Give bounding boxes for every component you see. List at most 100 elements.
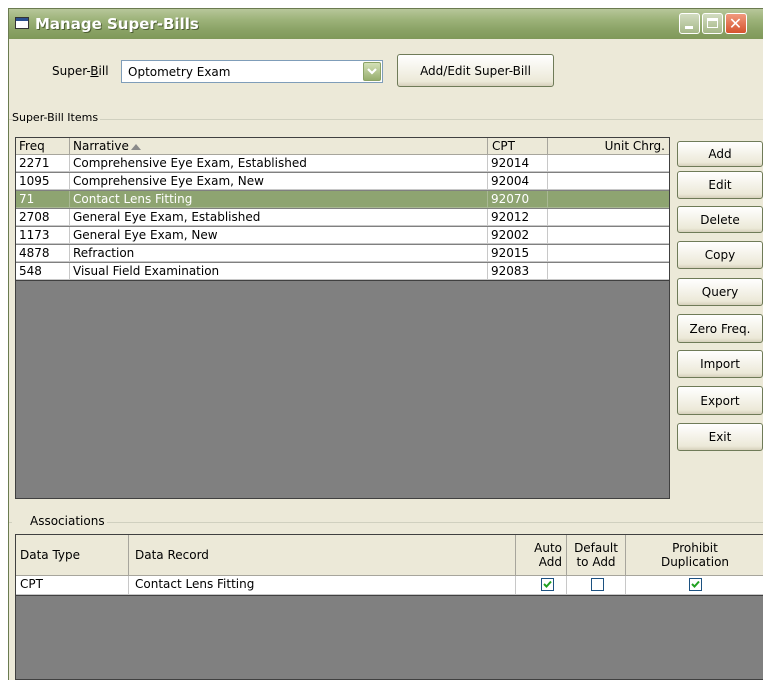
copy-button[interactable]: Copy — [677, 241, 763, 269]
exit-button[interactable]: Exit — [677, 423, 763, 451]
cell-unit-chrg — [548, 245, 669, 262]
cell-cpt: 92012 — [488, 209, 548, 226]
associations-group-label-text: Associations — [30, 514, 105, 528]
col-header-unit-chrg-text: Unit Chrg. — [604, 139, 665, 153]
col-header-prohibit-duplication-line1: Prohibit — [672, 541, 718, 555]
association-row[interactable]: CPT Contact Lens Fitting — [16, 576, 763, 596]
cell-narrative: Comprehensive Eye Exam, Established — [70, 155, 488, 172]
close-button[interactable]: ✕ — [725, 13, 747, 34]
prohibit-duplication-checkbox[interactable] — [689, 578, 702, 591]
superbill-label-text: Super-Bill — [52, 64, 109, 78]
cell-cpt: 92004 — [488, 173, 548, 190]
col-header-prohibit-duplication[interactable]: Prohibit Duplication — [626, 535, 763, 576]
col-header-default-to-add-line2: to Add — [576, 555, 616, 569]
default-to-add-checkbox[interactable] — [591, 578, 604, 591]
superbill-items-grid[interactable]: Freq Narrative CPT Unit Chrg. 2271 Compr… — [15, 137, 670, 499]
cell-freq: 1095 — [16, 173, 70, 190]
cell-freq: 71 — [16, 191, 70, 208]
cell-cpt: 92070 — [488, 191, 548, 208]
superbill-select[interactable]: Optometry Exam — [121, 60, 383, 83]
window-app-icon — [15, 17, 29, 29]
cell-freq: 548 — [16, 263, 70, 280]
cell-default-to-add — [567, 576, 626, 595]
superbill-selected-value: Optometry Exam — [128, 65, 231, 79]
table-row[interactable]: 4878 Refraction 92015 — [16, 245, 669, 262]
associations-grid[interactable]: Data Type Data Record Auto Add Default to … — [15, 534, 763, 680]
col-header-auto-add-line2: Add — [538, 555, 562, 569]
query-button[interactable]: Query — [677, 278, 763, 306]
maximize-icon — [707, 18, 718, 28]
cell-unit-chrg — [548, 209, 669, 226]
col-header-auto-add[interactable]: Auto Add — [516, 535, 567, 576]
table-row[interactable]: 1095 Comprehensive Eye Exam, New 92004 — [16, 173, 669, 190]
table-row[interactable]: 2271 Comprehensive Eye Exam, Established… — [16, 155, 669, 172]
col-header-data-record[interactable]: Data Record — [129, 535, 516, 576]
cell-narrative: Contact Lens Fitting — [70, 191, 488, 208]
chevron-down-icon — [367, 68, 377, 75]
export-button[interactable]: Export — [677, 386, 763, 415]
items-group-label: Super-Bill Items — [12, 111, 101, 124]
checkmark-icon — [691, 580, 700, 588]
cell-freq: 2708 — [16, 209, 70, 226]
cell-unit-chrg — [548, 173, 669, 190]
cell-narrative: Refraction — [70, 245, 488, 262]
cell-narrative: Comprehensive Eye Exam, New — [70, 173, 488, 190]
associations-group-divider — [9, 522, 763, 523]
table-row[interactable]: 1173 General Eye Exam, New 92002 — [16, 227, 669, 244]
cell-auto-add — [516, 576, 567, 595]
associations-group-label: Associations — [12, 514, 107, 528]
manage-superbills-window: Manage Super-Bills ✕ Super-Bill Optometr… — [8, 8, 763, 680]
col-header-auto-add-line1: Auto — [534, 541, 562, 555]
col-header-freq[interactable]: Freq — [16, 138, 70, 155]
checkmark-icon — [543, 580, 552, 588]
superbill-label: Super-Bill — [52, 64, 109, 78]
cell-freq: 1173 — [16, 227, 70, 244]
auto-add-checkbox[interactable] — [541, 578, 554, 591]
cell-data-type: CPT — [16, 576, 129, 595]
col-header-default-to-add-line1: Default — [574, 541, 618, 555]
col-header-narrative-text: Narrative — [73, 139, 129, 153]
cell-narrative: General Eye Exam, New — [70, 227, 488, 244]
col-header-data-type[interactable]: Data Type — [16, 535, 129, 576]
title-bar[interactable]: Manage Super-Bills ✕ — [9, 9, 763, 39]
window-title: Manage Super-Bills — [35, 15, 199, 33]
zero-freq-button[interactable]: Zero Freq. — [677, 314, 763, 343]
superbill-dropdown-button[interactable] — [363, 62, 381, 81]
table-row[interactable]: 2708 General Eye Exam, Established 92012 — [16, 209, 669, 226]
cell-data-record: Contact Lens Fitting — [129, 576, 516, 595]
cell-cpt: 92015 — [488, 245, 548, 262]
col-header-data-record-text: Data Record — [135, 548, 209, 562]
edit-button[interactable]: Edit — [677, 171, 763, 199]
import-button[interactable]: Import — [677, 350, 763, 378]
cell-cpt: 92002 — [488, 227, 548, 244]
close-icon: ✕ — [728, 14, 743, 33]
col-header-data-type-text: Data Type — [20, 548, 81, 562]
col-header-cpt[interactable]: CPT — [488, 138, 548, 155]
cell-unit-chrg — [548, 227, 669, 244]
delete-button[interactable]: Delete — [677, 206, 763, 233]
cell-prohibit-duplication — [626, 576, 763, 595]
table-row[interactable]: 548 Visual Field Examination 92083 — [16, 263, 669, 281]
add-edit-superbill-button[interactable]: Add/Edit Super-Bill — [397, 54, 554, 87]
cell-unit-chrg — [548, 155, 669, 172]
cell-cpt: 92083 — [488, 263, 548, 280]
col-header-cpt-text: CPT — [492, 139, 515, 153]
col-header-prohibit-duplication-line2: Duplication — [660, 555, 730, 569]
cell-unit-chrg — [548, 263, 669, 280]
cell-freq: 2271 — [16, 155, 70, 172]
cell-unit-chrg — [548, 191, 669, 208]
sort-ascending-icon — [130, 144, 141, 150]
cell-narrative: Visual Field Examination — [70, 263, 488, 280]
add-button[interactable]: Add — [677, 141, 763, 167]
items-group-divider — [9, 119, 763, 120]
minimize-button[interactable] — [679, 13, 700, 34]
cell-narrative: General Eye Exam, Established — [70, 209, 488, 226]
col-header-default-to-add[interactable]: Default to Add — [567, 535, 626, 576]
table-row-selected[interactable]: 71 Contact Lens Fitting 92070 — [16, 191, 669, 208]
maximize-button[interactable] — [702, 13, 723, 34]
cell-cpt: 92014 — [488, 155, 548, 172]
col-header-freq-text: Freq — [19, 139, 45, 153]
col-header-unit-chrg[interactable]: Unit Chrg. — [548, 138, 669, 155]
minimize-icon — [685, 26, 693, 29]
col-header-narrative[interactable]: Narrative — [70, 138, 488, 155]
